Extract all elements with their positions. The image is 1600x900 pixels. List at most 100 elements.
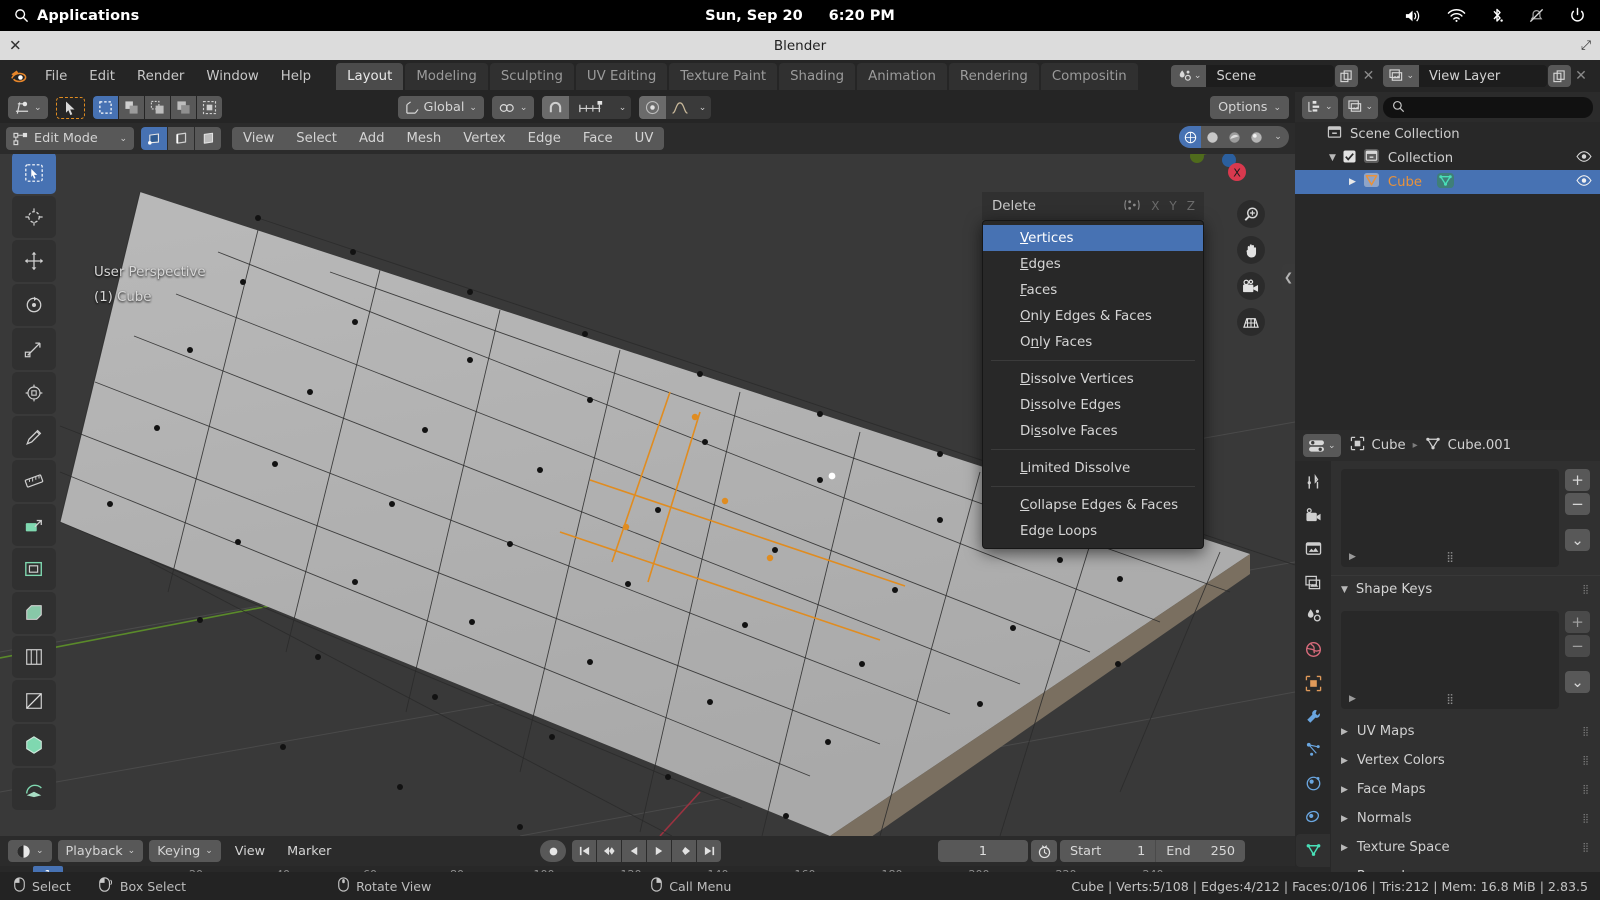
- extrude-region-icon[interactable]: [12, 504, 56, 546]
- panel-uv-maps[interactable]: ▶ UV Maps ⣿: [1331, 717, 1600, 746]
- falloff-curve-icon[interactable]: [666, 96, 694, 119]
- menu-file[interactable]: File: [34, 65, 78, 88]
- spin-icon[interactable]: [12, 768, 56, 810]
- select-intersect-icon[interactable]: [196, 96, 222, 119]
- grip-dots-icon[interactable]: ⣿: [1446, 694, 1453, 705]
- shading-dropdown[interactable]: ⌄: [1267, 126, 1289, 148]
- falloff-dropdown[interactable]: ⌄: [693, 96, 712, 119]
- world-tab-icon[interactable]: [1296, 633, 1330, 665]
- panel-face-maps[interactable]: ▶ Face Maps ⣿: [1331, 775, 1600, 804]
- inset-faces-icon[interactable]: [12, 548, 56, 590]
- knife-icon[interactable]: [12, 680, 56, 722]
- breadcrumb-object-label[interactable]: Cube: [1372, 438, 1406, 453]
- expand-triangle-icon[interactable]: ▶: [1349, 694, 1356, 704]
- play-reverse-icon[interactable]: [622, 840, 646, 862]
- menu-item-only-edges-and-faces[interactable]: Only Edges & Faces: [983, 303, 1203, 329]
- scene-tab-icon[interactable]: [1296, 600, 1330, 632]
- scale-icon[interactable]: [12, 328, 56, 370]
- disclosure-triangle-icon[interactable]: ▶: [1349, 177, 1356, 187]
- outliner-display-icon[interactable]: ⌄: [1302, 95, 1338, 119]
- volume-icon[interactable]: [1404, 8, 1423, 24]
- remove-vertex-group-button[interactable]: −: [1565, 493, 1590, 515]
- vertex-group-specials-button[interactable]: ⌄: [1565, 529, 1590, 551]
- panel-normals[interactable]: ▶ Normals ⣿: [1331, 804, 1600, 833]
- transform-orientation-dropdown[interactable]: Global ⌄: [397, 96, 484, 119]
- expand-triangle-icon[interactable]: ▶: [1341, 785, 1348, 795]
- tab-layout[interactable]: Layout: [336, 62, 404, 90]
- mode-dropdown[interactable]: Edit Mode ⌄: [6, 127, 134, 150]
- remove-shape-key-button[interactable]: −: [1565, 635, 1590, 657]
- properties-editor-icon[interactable]: ⌄: [1303, 434, 1341, 457]
- toggle-ortho-icon[interactable]: [1237, 308, 1265, 336]
- new-view-layer-button[interactable]: [1548, 65, 1571, 87]
- viewport-menu-add[interactable]: Add: [348, 127, 396, 150]
- tab-sculpting[interactable]: Sculpting: [489, 62, 574, 90]
- select-box-icon[interactable]: [92, 96, 118, 119]
- outliner-filter-icon[interactable]: ⌄: [1342, 95, 1379, 119]
- timeline-editor-icon[interactable]: ⌄: [8, 840, 52, 862]
- rendered-icon[interactable]: [1245, 126, 1267, 148]
- pivot-point-dropdown[interactable]: ⌄: [491, 96, 535, 119]
- prev-keyframe-icon[interactable]: [597, 840, 621, 862]
- rotate-icon[interactable]: [12, 284, 56, 326]
- shape-key-specials-button[interactable]: ⌄: [1565, 671, 1590, 693]
- select-invert-icon[interactable]: [170, 96, 196, 119]
- transform-icon[interactable]: [12, 372, 56, 414]
- tool-tab-icon[interactable]: [1296, 466, 1330, 498]
- shape-keys-list[interactable]: ▶ ⣿ + − ⌄: [1341, 611, 1590, 709]
- menu-item-collapse-edges-and-faces[interactable]: Collapse Edges & Faces: [983, 492, 1203, 518]
- tab-shading[interactable]: Shading: [779, 62, 856, 90]
- menu-item-only-faces[interactable]: Only Faces: [983, 329, 1203, 355]
- tab-texture-paint[interactable]: Texture Paint: [669, 62, 778, 90]
- axis-z-button[interactable]: Z: [1187, 199, 1195, 213]
- jump-end-icon[interactable]: [697, 840, 721, 862]
- annotate-icon[interactable]: [12, 416, 56, 458]
- material-preview-icon[interactable]: [1223, 126, 1245, 148]
- end-frame-value[interactable]: 250: [1201, 840, 1245, 862]
- render-tab-icon[interactable]: [1296, 499, 1330, 531]
- poly-build-icon[interactable]: [12, 724, 56, 766]
- collapse-triangle-icon[interactable]: ▼: [1341, 585, 1348, 595]
- visibility-eye-icon[interactable]: [1576, 174, 1592, 191]
- zoom-icon[interactable]: [1237, 200, 1265, 228]
- delete-menu-popup[interactable]: Vertices Edges Faces Only Edges & Faces …: [982, 220, 1204, 549]
- timeline-menu-keying[interactable]: Keying ⌄: [149, 840, 221, 862]
- view-layer-selector[interactable]: ⌄ View Layer ✕: [1383, 65, 1591, 87]
- vertex-groups-listbox[interactable]: ▶ ⣿: [1341, 469, 1559, 567]
- tab-rendering[interactable]: Rendering: [948, 62, 1039, 90]
- menu-edit[interactable]: Edit: [78, 65, 126, 88]
- panel-texture-space[interactable]: ▶ Texture Space ⣿: [1331, 833, 1600, 862]
- outliner-row-scene-collection[interactable]: Scene Collection: [1295, 122, 1600, 146]
- viewport-menu-vertex[interactable]: Vertex: [452, 127, 516, 150]
- timeline-menu-view[interactable]: View: [227, 844, 273, 859]
- vertex-groups-list[interactable]: ▶ ⣿ + − ⌄: [1341, 469, 1590, 567]
- cursor-arrow-icon[interactable]: [55, 96, 85, 119]
- scene-name[interactable]: Scene: [1206, 69, 1334, 84]
- wireframe-icon[interactable]: [1179, 126, 1201, 148]
- menu-render[interactable]: Render: [126, 65, 195, 88]
- maximize-icon[interactable]: ⤢: [1581, 39, 1591, 52]
- particles-tab-icon[interactable]: [1296, 734, 1330, 766]
- close-icon[interactable]: ✕: [9, 38, 22, 53]
- new-scene-button[interactable]: [1335, 65, 1359, 87]
- view-layer-tab-icon[interactable]: [1296, 566, 1330, 598]
- modifier-tab-icon[interactable]: [1296, 700, 1330, 732]
- view-layer-name[interactable]: View Layer: [1419, 69, 1547, 84]
- record-icon[interactable]: [540, 840, 566, 862]
- pan-hand-icon[interactable]: [1237, 236, 1265, 264]
- object-data-tab-icon[interactable]: [1296, 834, 1330, 867]
- sidebar-collapse-arrow[interactable]: ❮: [1282, 264, 1295, 290]
- viewport-menu-uv[interactable]: UV: [624, 127, 665, 150]
- shape-keys-listbox[interactable]: ▶ ⣿: [1341, 611, 1559, 709]
- grip-dots-icon[interactable]: ⣿: [1582, 814, 1590, 823]
- add-shape-key-button[interactable]: +: [1565, 611, 1590, 633]
- outliner-row-collection[interactable]: ▼ Collection: [1295, 146, 1600, 170]
- face-select-icon[interactable]: [195, 127, 221, 150]
- grip-dots-icon[interactable]: ⣿: [1582, 843, 1590, 852]
- viewport-menu-mesh[interactable]: Mesh: [396, 127, 453, 150]
- notifications-muted-icon[interactable]: [1528, 7, 1545, 24]
- grip-dots-icon[interactable]: ⣿: [1582, 585, 1590, 594]
- panel-header-shape-keys[interactable]: ▼ Shape Keys ⣿: [1331, 575, 1600, 603]
- grip-dots-icon[interactable]: ⣿: [1582, 756, 1590, 765]
- move-icon[interactable]: [12, 240, 56, 282]
